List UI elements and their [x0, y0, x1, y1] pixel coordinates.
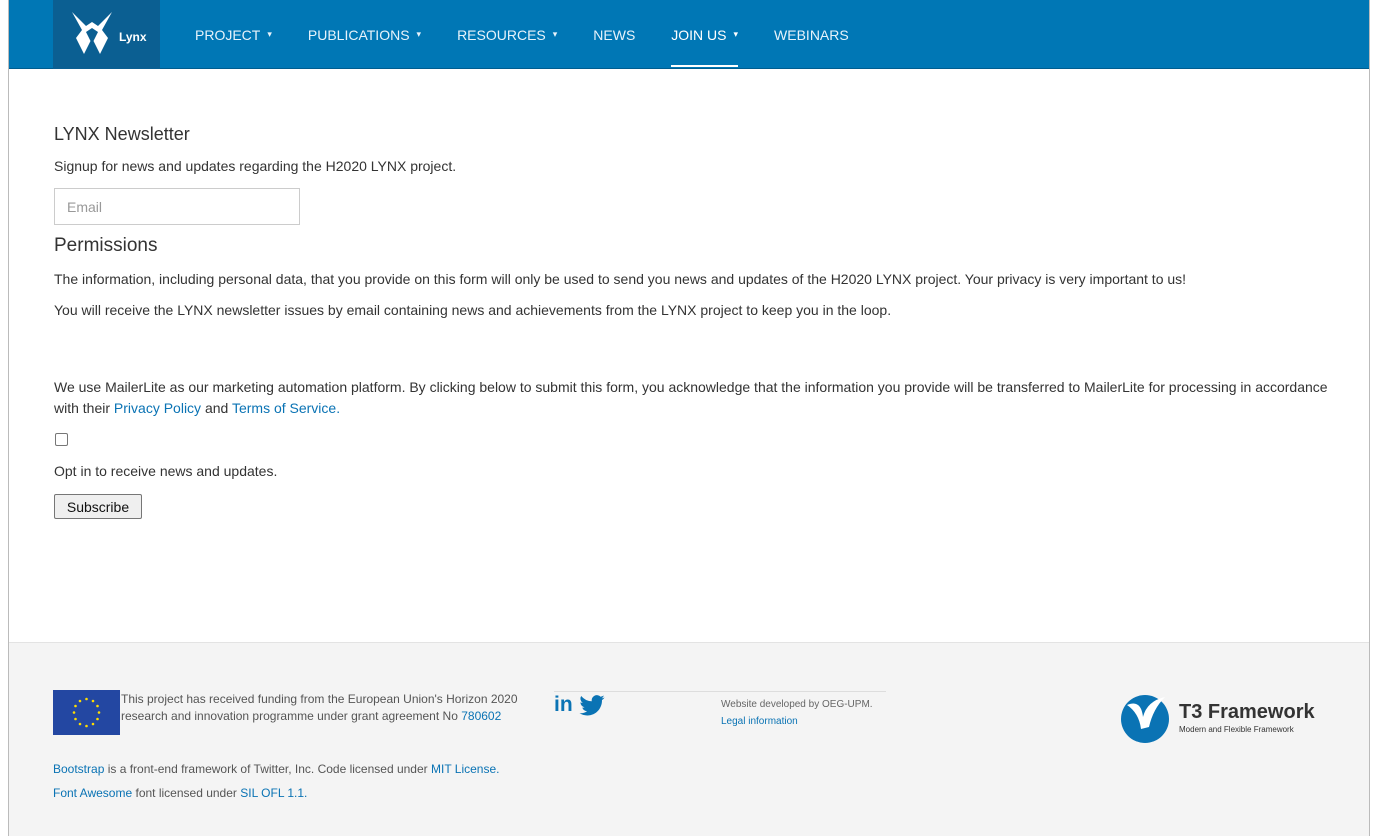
funding-notice: This project has received funding from t… [121, 692, 518, 723]
top-navbar: Lynx PROJECT ▾ PUBLICATIONS ▾ RESOURCES ▾ N… [9, 0, 1369, 69]
lynx-head-icon [72, 12, 112, 54]
form-intro: Signup for news and updates regarding th… [54, 158, 457, 174]
developer-credit: Website developed by OEG-UPM. Legal info… [721, 699, 873, 727]
footer: This project has received funding from t… [9, 642, 1369, 836]
permissions-paragraph-2: You will receive the LYNX newsletter iss… [54, 302, 892, 318]
legal-information-link[interactable]: Legal information [721, 716, 798, 727]
lynx-logo[interactable]: Lynx [53, 0, 160, 69]
nav-item-webinars[interactable]: WEBINARS [774, 0, 849, 69]
eu-flag-icon [53, 690, 120, 735]
page-frame: Lynx PROJECT ▾ PUBLICATIONS ▾ RESOURCES ▾ N… [8, 0, 1370, 836]
optin-label: Opt in to receive news and updates. [54, 463, 278, 479]
privacy-policy-link[interactable]: Privacy Policy [114, 400, 201, 416]
font-awesome-credit: Font Awesome font licensed under SIL OFL… [53, 786, 308, 800]
twitter-icon[interactable] [579, 694, 605, 716]
nav-item-project[interactable]: PROJECT ▾ [195, 0, 272, 69]
legal-notice: We use MailerLite as our marketing autom… [54, 379, 1328, 416]
chevron-down-icon: ▾ [733, 29, 739, 39]
t3-tagline: Modern and Flexible Framework [1179, 725, 1294, 734]
logo-text: Lynx [119, 30, 147, 44]
divider [554, 691, 886, 692]
mit-license-link[interactable]: MIT License. [431, 762, 499, 776]
linkedin-icon[interactable]: in [554, 693, 573, 717]
t3-framework-logo[interactable]: T3 Framework Modern and Flexible Framewo… [1121, 687, 1315, 750]
bootstrap-link[interactable]: Bootstrap [53, 762, 104, 776]
nav-item-publications[interactable]: PUBLICATIONS ▾ [308, 0, 421, 69]
chevron-down-icon: ▾ [267, 29, 272, 39]
sil-ofl-link[interactable]: SIL OFL 1.1. [240, 786, 307, 800]
font-awesome-link[interactable]: Font Awesome [53, 786, 132, 800]
chevron-down-icon: ▾ [552, 29, 558, 39]
nav-item-resources[interactable]: RESOURCES ▾ [457, 0, 557, 69]
terms-of-service-link[interactable]: Terms of Service. [232, 400, 340, 416]
permissions-title: Permissions [54, 235, 158, 256]
t3-name: T3 Framework [1179, 701, 1315, 723]
permissions-paragraph-1: The information, including personal data… [54, 271, 1187, 287]
email-field[interactable] [54, 188, 300, 225]
social-links: in [554, 693, 605, 717]
chevron-down-icon: ▾ [416, 29, 422, 39]
nav-item-news[interactable]: NEWS [593, 0, 635, 69]
main-nav: PROJECT ▾ PUBLICATIONS ▾ RESOURCES ▾ NEWS J… [195, 0, 885, 69]
optin-checkbox[interactable] [55, 433, 68, 446]
grant-link[interactable]: 780602 [461, 709, 501, 723]
bootstrap-credit: Bootstrap is a front-end framework of Tw… [53, 762, 500, 776]
t3-logo-icon [1121, 695, 1169, 743]
nav-item-join-us[interactable]: JOIN US ▾ [671, 0, 738, 69]
form-title: LYNX Newsletter [54, 124, 190, 144]
subscribe-button[interactable]: Subscribe [54, 494, 142, 519]
